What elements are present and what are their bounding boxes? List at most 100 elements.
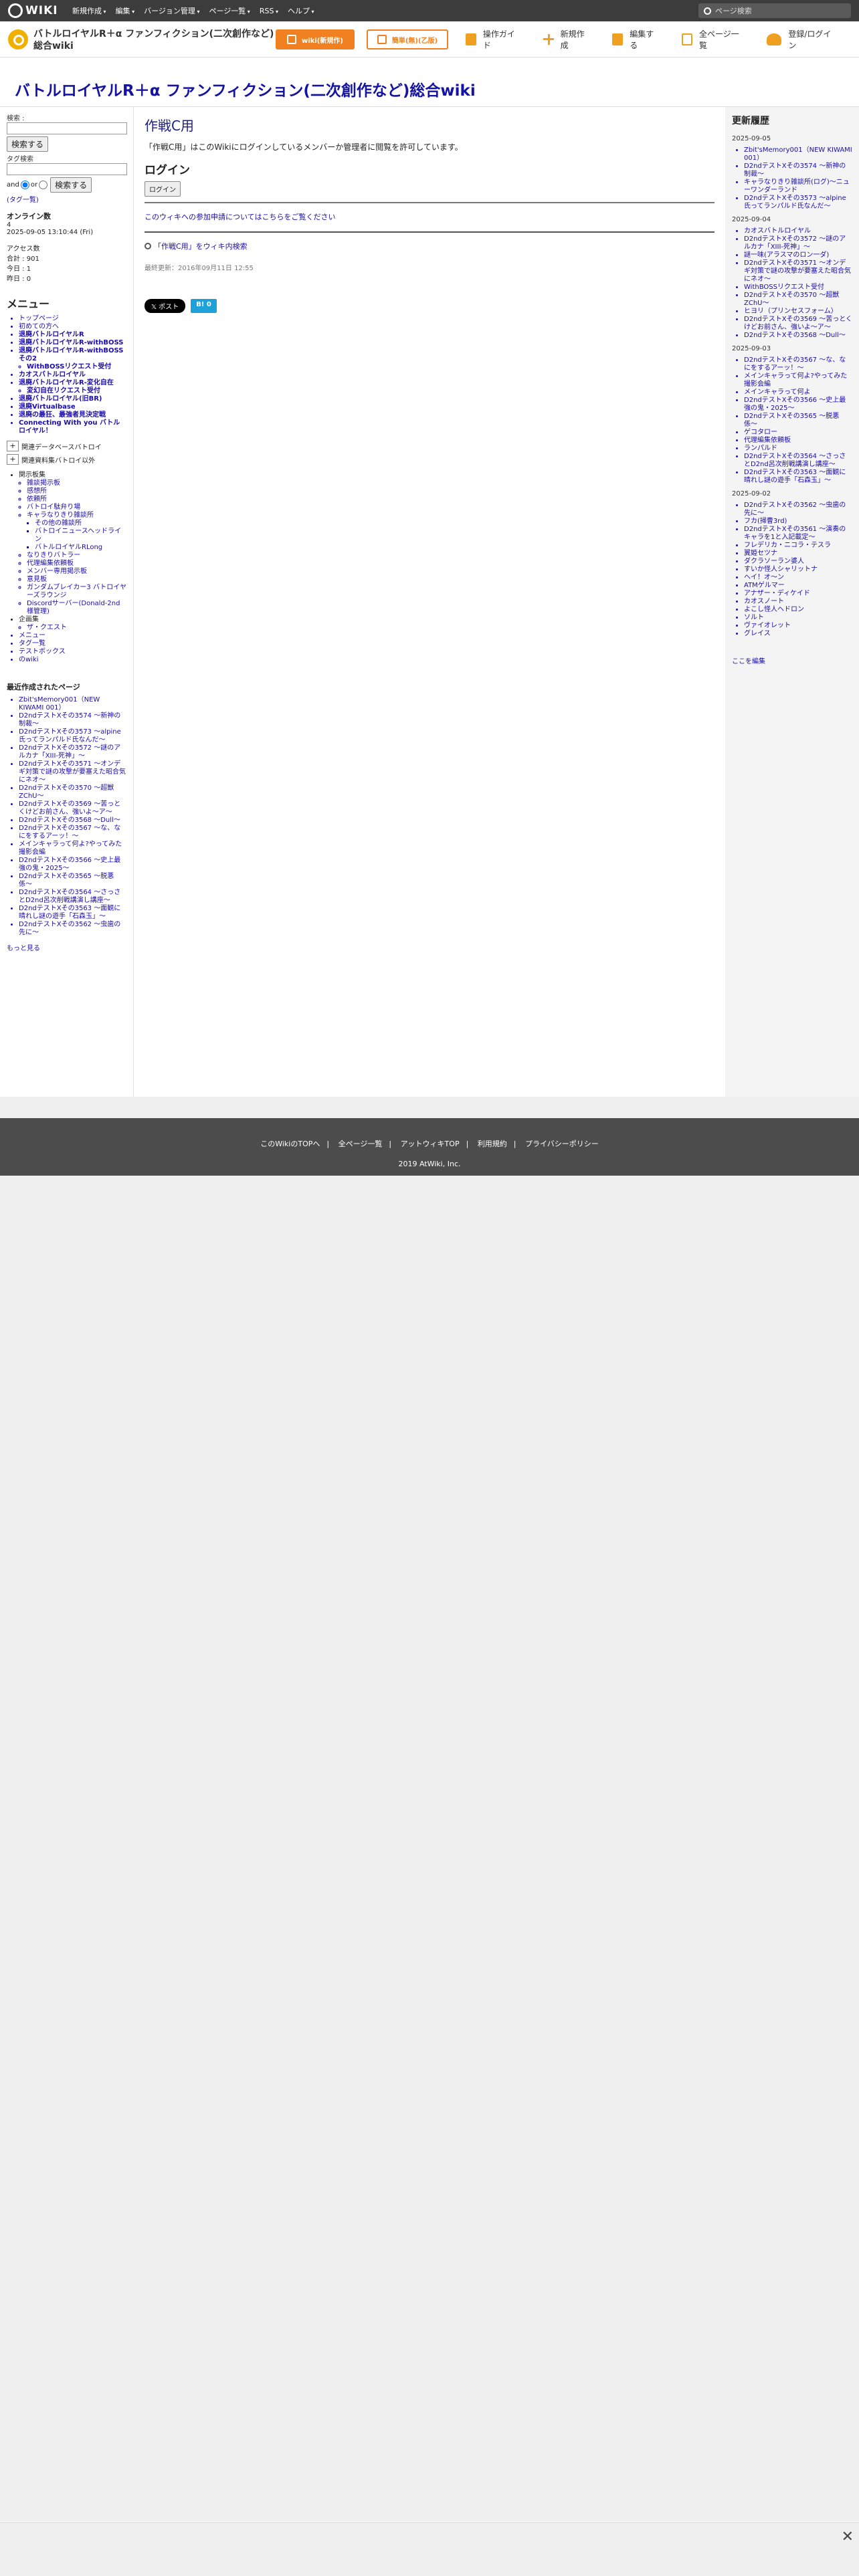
- menu-items-item[interactable]: 変幻自在リクエスト受付: [27, 387, 126, 395]
- misc-items-item[interactable]: バトルロイヤルRLong: [35, 544, 126, 552]
- misc-items-item[interactable]: タグ一覧: [19, 640, 126, 648]
- menu-items-item[interactable]: 退廃バトルロイヤルR: [19, 331, 126, 339]
- tag-search-input[interactable]: [7, 163, 127, 175]
- login-button[interactable]: ログイン: [145, 181, 181, 197]
- menu-items-item[interactable]: 退廃の最狂、最強者見決定戦: [19, 411, 126, 419]
- history-item[interactable]: D2ndテストXその3567 〜な、なにをするアーッ！〜: [744, 356, 852, 372]
- history-item[interactable]: ヘイ！オ〜ン: [744, 574, 852, 582]
- recent-page-item[interactable]: Zbit'sMemory001（NEW KIWAMI 001）: [19, 696, 126, 712]
- expand-toggle[interactable]: +: [7, 441, 19, 451]
- create-wiki-button[interactable]: wiki(新規作): [276, 29, 355, 49]
- misc-items-item[interactable]: テストボックス: [19, 648, 126, 656]
- recent-page-item[interactable]: D2ndテストXその3568 〜Dull〜: [19, 817, 126, 825]
- recent-page-item[interactable]: D2ndテストXその3574 〜新神の制裁〜: [19, 712, 126, 728]
- recent-page-item[interactable]: D2ndテストXその3572 〜謎のアルカナ「XIII-死神」〜: [19, 744, 126, 760]
- history-item[interactable]: すいか怪人シャリットナ: [744, 566, 852, 574]
- history-item[interactable]: D2ndテストXその3568 〜Dull〜: [744, 332, 852, 340]
- history-item[interactable]: カオスバトルロイヤル: [744, 227, 852, 235]
- history-item[interactable]: WithBOSSリクエスト受付: [744, 284, 852, 292]
- history-item[interactable]: ヴァイオレット: [744, 622, 852, 630]
- history-item[interactable]: 翼姫セツナ: [744, 550, 852, 558]
- menu-items-item[interactable]: Connecting With you バトルロイヤル！: [19, 419, 126, 435]
- history-item[interactable]: D2ndテストXその3570 〜超獣ZChU〜: [744, 292, 852, 308]
- history-item[interactable]: D2ndテストXその3563 〜面観に晴れし謎の遊手「石森玉」〜: [744, 469, 852, 485]
- history-item[interactable]: D2ndテストXその3571 〜オンデギ対策で謎の攻撃が要塞えた昭合気にネオ〜: [744, 259, 852, 284]
- misc-items-item[interactable]: 雑談掲示板: [27, 479, 126, 488]
- menu-items-item[interactable]: 初めての方へ: [19, 323, 126, 331]
- history-item[interactable]: カオスノート: [744, 598, 852, 606]
- tag-list-link[interactable]: (タグ一覧): [7, 194, 126, 204]
- footer-link-atwiki-top[interactable]: アットウィキTOP: [401, 1140, 460, 1148]
- guide-link[interactable]: 操作ガイド: [466, 28, 523, 51]
- recent-page-item[interactable]: D2ndテストXその3569 〜苦っとくけどお前さん、強いよ〜ア〜: [19, 800, 126, 817]
- misc-items-item[interactable]: バトロイ駄弁り場: [27, 504, 126, 512]
- recent-page-item[interactable]: D2ndテストXその3562 〜虫歯の先に〜: [19, 921, 126, 937]
- wiki-search-input[interactable]: [7, 122, 127, 134]
- misc-items-item[interactable]: 意見板: [27, 576, 126, 584]
- close-icon[interactable]: ✕: [842, 2529, 854, 2545]
- login-link[interactable]: 登録/ログイン: [767, 28, 839, 51]
- history-item[interactable]: 謎一味(アラスマのロン一ダ): [744, 251, 852, 259]
- recent-page-item[interactable]: D2ndテストXその3565 〜脱悪係〜: [19, 873, 126, 889]
- menu-items-item[interactable]: カオスバトルロイヤル: [19, 371, 126, 379]
- page-search-input[interactable]: ページ検索: [698, 3, 851, 18]
- menu-version[interactable]: バージョン管理: [144, 5, 199, 16]
- misc-items-item[interactable]: Discordサーバー(Donald-2nd様管理): [27, 600, 126, 616]
- more-link[interactable]: もっと見る: [7, 942, 126, 952]
- new-page-link[interactable]: 新規作成: [543, 28, 593, 51]
- edit-here-link[interactable]: ここを編集: [732, 655, 852, 665]
- hatena-bookmark-button[interactable]: B! 0: [191, 299, 217, 313]
- menu-items-item[interactable]: WithBOSSリクエスト受付: [27, 363, 126, 371]
- misc-items-item[interactable]: メニュー: [19, 632, 126, 640]
- misc-items-item[interactable]: 代理編集依頼板: [27, 560, 126, 568]
- history-item[interactable]: D2ndテストXその3561 〜演奏のキャラを1と入記載定〜: [744, 526, 852, 542]
- history-item[interactable]: D2ndテストXその3572 〜謎のアルカナ「XIII-死神」〜: [744, 235, 852, 251]
- or-radio[interactable]: [39, 181, 48, 189]
- menu-items-item[interactable]: 退廃Virtualbase: [19, 403, 126, 411]
- atwiki-logo[interactable]: WIKI: [8, 3, 58, 18]
- menu-items-item[interactable]: 退廃バトルロイヤルR-変化自在変幻自在リクエスト受付: [19, 379, 126, 395]
- expand-toggle[interactable]: +: [7, 454, 19, 465]
- menu-help[interactable]: ヘルプ: [288, 5, 314, 16]
- history-item[interactable]: D2ndテストXその3573 〜alpine氏ってランパルド氏なんだ〜: [744, 195, 852, 211]
- history-item[interactable]: メインキャラって何よ: [744, 389, 852, 397]
- footer-link-top[interactable]: このWikiのTOPへ: [260, 1140, 320, 1148]
- menu-items-item[interactable]: 退廃バトルロイヤルR-withBOSSその2WithBOSSリクエスト受付: [19, 347, 126, 371]
- menu-items-item[interactable]: 退廃バトルロイヤル(旧BR): [19, 395, 126, 403]
- register-button[interactable]: 簡単(無)(乙版): [367, 29, 448, 49]
- recent-page-item[interactable]: D2ndテストXその3573 〜alpine氏ってランパルド氏なんだ〜: [19, 728, 126, 744]
- misc-items-item[interactable]: 感想所: [27, 488, 126, 496]
- history-item[interactable]: ソルト: [744, 614, 852, 622]
- misc-items-item[interactable]: その他の雑談所: [35, 520, 126, 528]
- and-radio[interactable]: [20, 181, 29, 189]
- history-item[interactable]: キャラなりきり雑談所(ログ)〜ニューワンダーランド: [744, 179, 852, 195]
- misc-items-item[interactable]: キャラなりきり雑談所その他の雑談所バトロイニュースヘッドラインバトルロイヤルRL…: [27, 512, 126, 552]
- history-item[interactable]: D2ndテストXその3565 〜脱悪係〜: [744, 413, 852, 429]
- misc-items-item[interactable]: 依頼所: [27, 496, 126, 504]
- footer-link-privacy[interactable]: プライバシーポリシー: [525, 1140, 599, 1148]
- wiki-title[interactable]: バトルロイヤルR＋α ファンフィクション(二次創作など)総合wiki: [15, 78, 476, 100]
- x-post-button[interactable]: 𝕏 ポスト: [145, 299, 186, 313]
- misc-items-item[interactable]: のwiki: [19, 656, 126, 664]
- wiki-search-link[interactable]: 「作戦C用」をウィキ内検索: [145, 241, 714, 251]
- recent-page-item[interactable]: D2ndテストXその3564 〜さっさとD2nd呂次削戦講演し講座〜: [19, 889, 126, 905]
- history-item[interactable]: ゲコタロー: [744, 429, 852, 437]
- footer-link-terms[interactable]: 利用規約: [478, 1140, 507, 1148]
- history-item[interactable]: Zbit'sMemory001（NEW KIWAMI 001）: [744, 146, 852, 163]
- history-item[interactable]: アナザー・ディケイド: [744, 590, 852, 598]
- history-item[interactable]: フカ(掃曹3rd): [744, 518, 852, 526]
- recent-page-item[interactable]: D2ndテストXその3566 〜史上最強の鬼・2025〜: [19, 857, 126, 873]
- menu-items-item[interactable]: トップページ: [19, 315, 126, 323]
- history-item[interactable]: D2ndテストXその3562 〜虫歯の先に〜: [744, 502, 852, 518]
- history-item[interactable]: ヒヨリ（プリンセスフォーム）: [744, 308, 852, 316]
- history-item[interactable]: グレイス: [744, 630, 852, 638]
- history-item[interactable]: D2ndテストXその3574 〜新神の制裁〜: [744, 163, 852, 179]
- history-item[interactable]: ダクラソーラン婆人: [744, 558, 852, 566]
- recent-page-item[interactable]: メインキャラって何よ?やってみた撮影会編: [19, 841, 126, 857]
- history-item[interactable]: よこし怪人ヘドロン: [744, 606, 852, 614]
- history-item[interactable]: D2ndテストXその3564 〜さっさとD2nd呂次削戦講演し講座〜: [744, 453, 852, 469]
- menu-edit[interactable]: 編集: [116, 5, 135, 16]
- misc-items-item[interactable]: ガンダムブレイカー3 バトロイヤーズラウンジ: [27, 584, 126, 600]
- misc-items-item[interactable]: メンバー専用掲示板: [27, 568, 126, 576]
- site-name[interactable]: バトルロイヤルR＋α ファンフィクション(二次創作など)総合wiki: [33, 28, 274, 52]
